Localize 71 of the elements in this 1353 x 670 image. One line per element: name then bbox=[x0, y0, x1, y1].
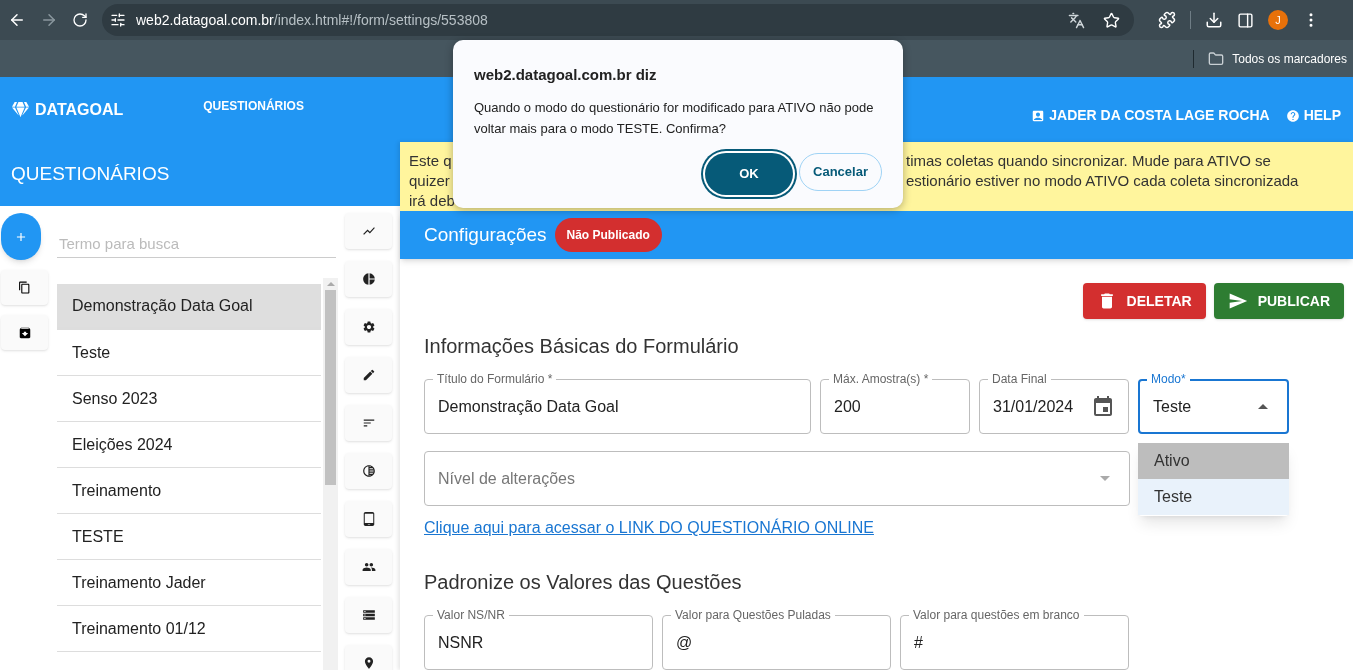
select-placeholder: Nível de alterações bbox=[438, 468, 575, 489]
settings-icon bbox=[361, 320, 376, 334]
download-icon[interactable] bbox=[1205, 11, 1223, 29]
select-field[interactable]: Nível de alterações bbox=[424, 451, 1130, 506]
side-panel-icon[interactable] bbox=[1237, 11, 1254, 29]
bookmarks-folder[interactable]: Todos os marcadores bbox=[1208, 49, 1347, 68]
database-icon bbox=[361, 608, 376, 622]
people-icon bbox=[361, 560, 376, 574]
list-item[interactable]: Demonstração Data Goal bbox=[57, 284, 321, 330]
caret-icon bbox=[1258, 404, 1268, 409]
banner-text: Este q bbox=[409, 151, 452, 171]
site-settings-icon[interactable] bbox=[110, 12, 126, 28]
logo-icon bbox=[12, 101, 29, 118]
pie-chart-icon bbox=[361, 272, 376, 286]
scrollbar[interactable] bbox=[323, 278, 338, 670]
online-link[interactable]: Clique aqui para acessar o LINK DO QUESTIONÁRIO ONLINE bbox=[424, 516, 874, 540]
pencil-icon bbox=[361, 368, 376, 382]
caret-icon bbox=[1100, 476, 1110, 481]
forward-icon[interactable] bbox=[40, 11, 58, 29]
field-label: Máx. Amostra(s) * bbox=[829, 371, 933, 387]
add-button[interactable] bbox=[1, 213, 41, 260]
field-label: Valor para questões em branco bbox=[909, 607, 1084, 623]
help-icon bbox=[1285, 108, 1300, 123]
copy-button[interactable] bbox=[1, 270, 48, 305]
folder-icon bbox=[1208, 50, 1225, 67]
archive-icon bbox=[17, 325, 32, 340]
field-value: NSNR bbox=[438, 632, 484, 653]
section-heading: Informações Básicas do Formulário bbox=[424, 334, 740, 359]
archive-button[interactable] bbox=[1, 315, 48, 350]
section-title: Configurações bbox=[424, 222, 547, 247]
field-value: 200 bbox=[834, 396, 861, 417]
dialog-message: Quando o modo do questionário for modificado para ATIVO não pode voltar mais para o modo TESTE. Confirma? bbox=[474, 98, 875, 138]
tool-button[interactable] bbox=[345, 453, 392, 489]
user-icon bbox=[1031, 108, 1046, 123]
tool-button[interactable] bbox=[345, 309, 392, 345]
tool-button[interactable] bbox=[345, 549, 392, 585]
menu-option[interactable]: Teste bbox=[1138, 479, 1289, 515]
tool-button[interactable] bbox=[345, 501, 392, 537]
section-heading: Padronize os Valores das Questões bbox=[424, 570, 743, 595]
tool-button[interactable] bbox=[345, 261, 392, 297]
reload-icon[interactable] bbox=[72, 12, 88, 28]
sidebar-title: QUESTIONÁRIOS bbox=[11, 161, 170, 186]
contrast-icon bbox=[361, 464, 376, 478]
field-value: 31/01/2024 bbox=[993, 396, 1074, 417]
calendar-icon[interactable] bbox=[1091, 394, 1115, 419]
status-badge: Não Publicado bbox=[554, 218, 662, 252]
star-icon[interactable] bbox=[1103, 11, 1120, 29]
banner-text: irá deb bbox=[409, 191, 455, 211]
field-label: Valor para Questões Puladas bbox=[671, 607, 835, 623]
field-value: Demonstração Data Goal bbox=[438, 396, 619, 417]
send-icon bbox=[1227, 291, 1248, 311]
extensions-icon[interactable] bbox=[1158, 11, 1176, 29]
banner-text: quizer bbox=[409, 171, 450, 191]
copy-icon bbox=[18, 281, 31, 294]
logo-text: DATAGOAL bbox=[35, 99, 124, 120]
field-value: @ bbox=[676, 632, 693, 653]
address-bar[interactable]: web2.datagoal.com.br/index.html#!/form/settings/553808 bbox=[102, 4, 1134, 36]
banner-text: timas coletas quando sincronizar. Mude para ATIVO se bbox=[906, 151, 1271, 171]
search-field[interactable]: Termo para busca bbox=[57, 229, 336, 258]
menu-option[interactable]: Ativo bbox=[1138, 443, 1289, 479]
delete-button[interactable]: DELETAR bbox=[1082, 283, 1206, 319]
banner-text: estionário estiver no modo ATIVO cada coleta sincronizada bbox=[906, 171, 1299, 191]
back-icon[interactable] bbox=[8, 11, 26, 29]
field-value: Teste bbox=[1153, 396, 1192, 417]
field-value: # bbox=[914, 632, 923, 653]
url-text: web2.datagoal.com.br/index.html#!/form/settings/553808 bbox=[136, 10, 488, 30]
translate-icon[interactable] bbox=[1068, 11, 1085, 29]
dialog-title: web2.datagoal.com.br diz bbox=[474, 65, 658, 85]
publish-button[interactable]: PUBLICAR bbox=[1213, 283, 1344, 319]
tool-button[interactable] bbox=[345, 597, 392, 633]
tablet-icon bbox=[361, 512, 376, 526]
